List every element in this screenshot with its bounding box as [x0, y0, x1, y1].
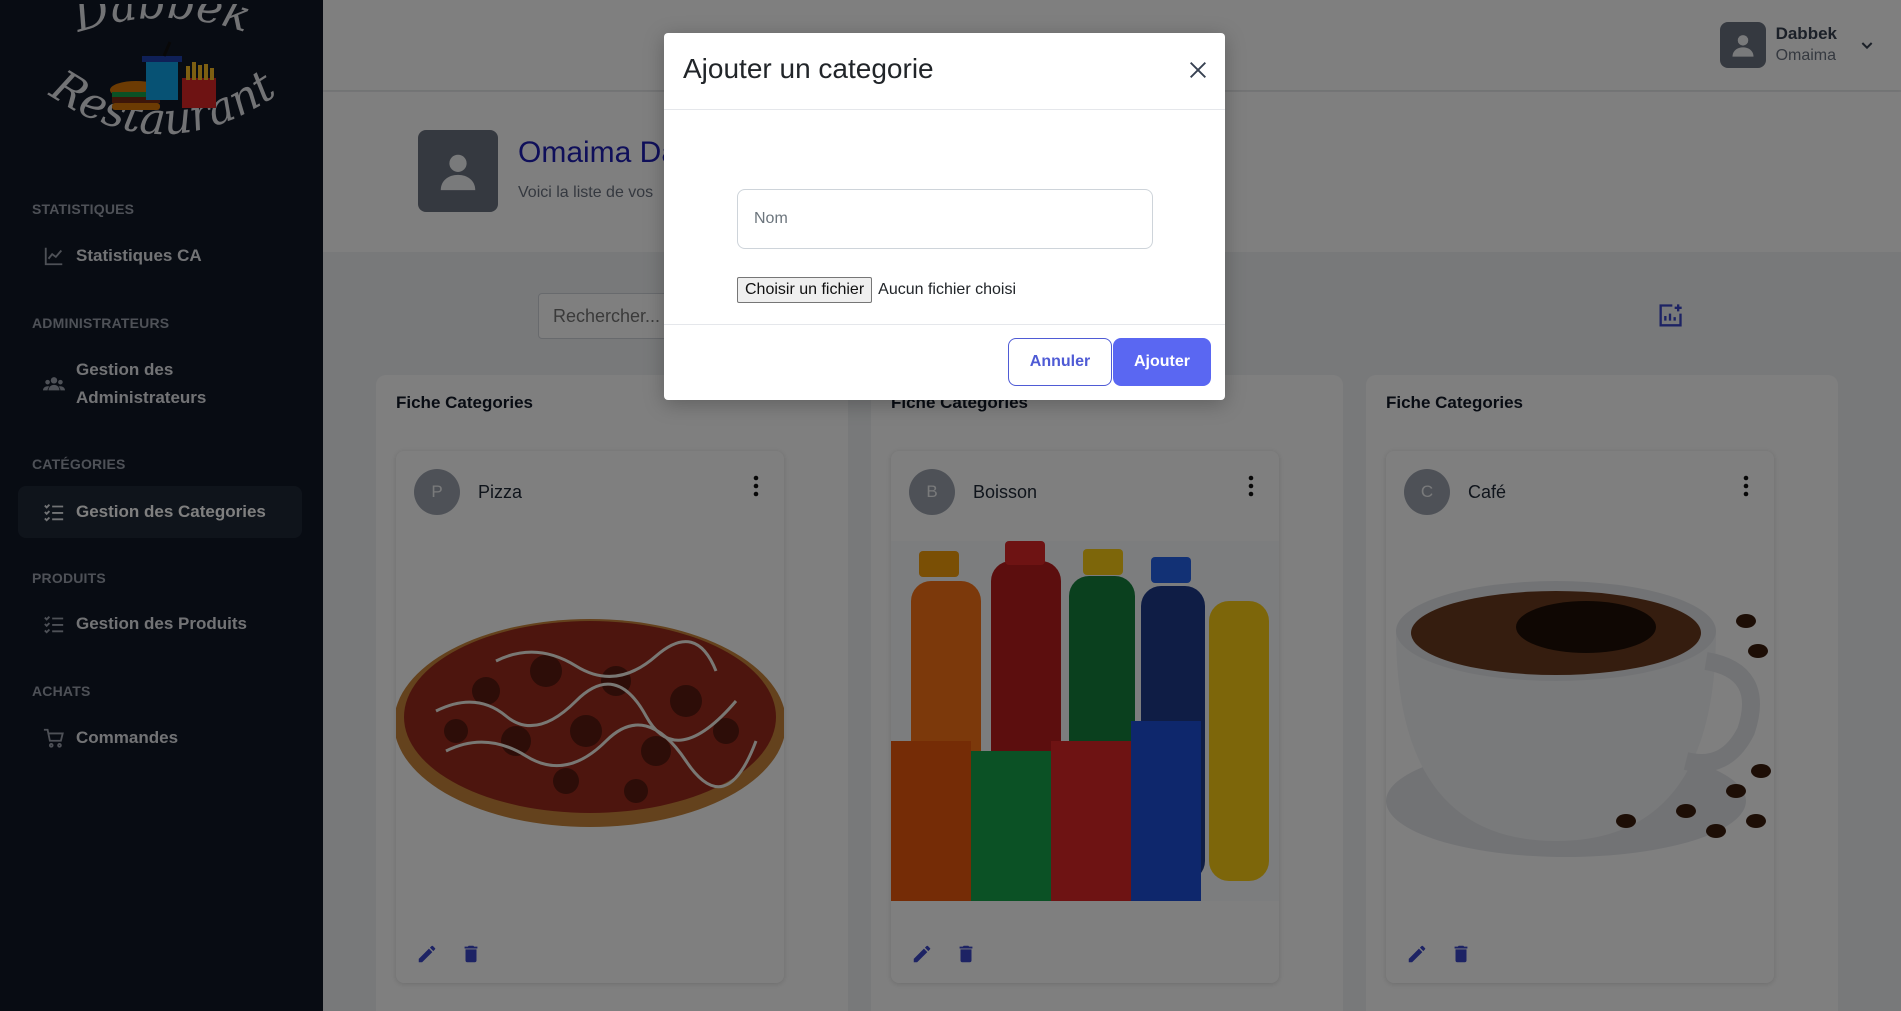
name-field[interactable] [737, 189, 1153, 249]
submit-button[interactable]: Ajouter [1113, 338, 1211, 386]
file-input: Choisir un fichier Aucun fichier choisi [737, 277, 1016, 303]
cancel-button[interactable]: Annuler [1008, 338, 1112, 386]
file-status: Aucun fichier choisi [878, 281, 1016, 298]
add-category-modal: Ajouter un categorie Choisir un fichier … [664, 33, 1225, 400]
modal-title: Ajouter un categorie [683, 53, 934, 84]
choose-file-button[interactable]: Choisir un fichier [737, 277, 873, 303]
close-icon[interactable] [1187, 59, 1209, 81]
